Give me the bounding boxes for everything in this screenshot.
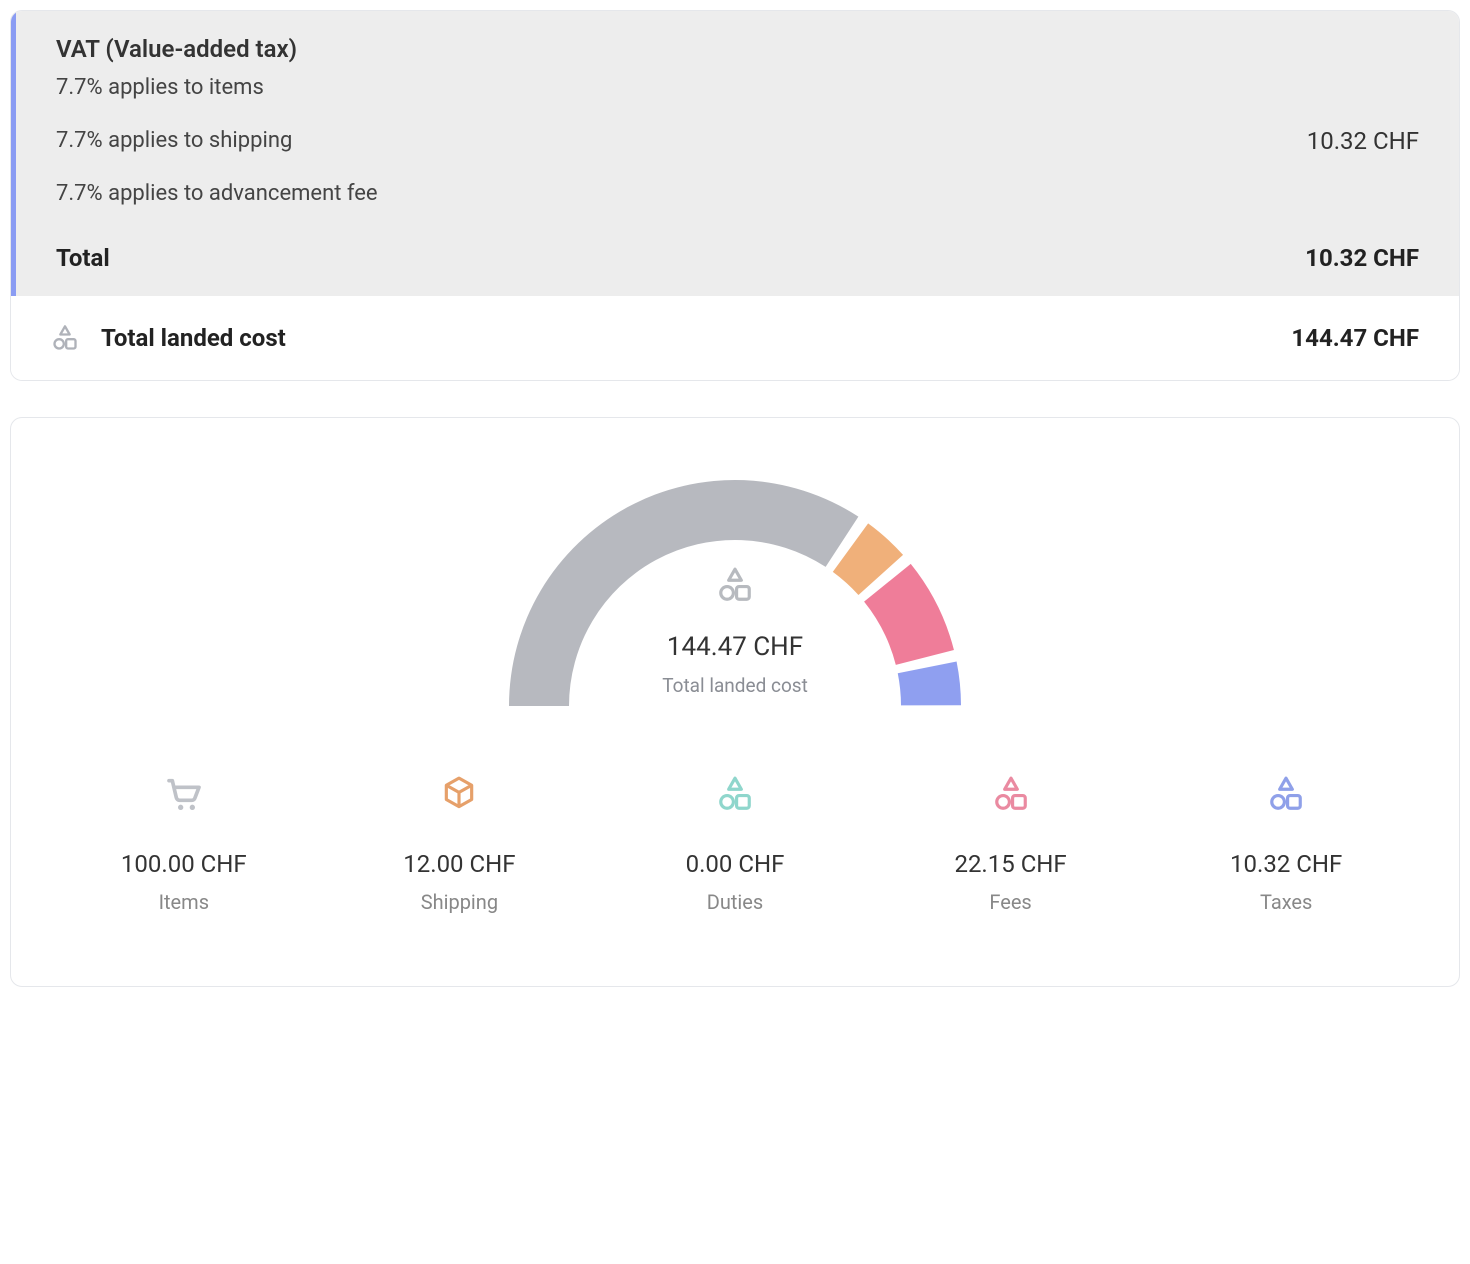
landed-cost-amount: 144.47 CHF xyxy=(1291,324,1419,352)
breakdown-duties: 0.00 CHF Duties xyxy=(602,774,868,914)
vat-total-row: Total 10.32 CHF xyxy=(16,238,1459,296)
breakdown-duties-value: 0.00 CHF xyxy=(686,850,785,878)
shapes-icon xyxy=(715,774,755,814)
vat-section: VAT (Value-added tax) 7.7% applies to it… xyxy=(11,11,1459,296)
gauge-chart: 144.47 CHF Total landed cost xyxy=(505,474,965,714)
cube-icon xyxy=(439,774,479,814)
landed-cost-label: Total landed cost xyxy=(101,324,286,352)
vat-card: VAT (Value-added tax) 7.7% applies to it… xyxy=(10,10,1460,381)
vat-lines: 7.7% applies to items 7.7% applies to sh… xyxy=(16,75,1459,238)
breakdown-items-value: 100.00 CHF xyxy=(121,850,247,878)
vat-amount: 10.32 CHF xyxy=(1307,127,1419,155)
gauge-center: 144.47 CHF Total landed cost xyxy=(505,566,965,697)
breakdown-row: 100.00 CHF Items 12.00 CHF Shipping 0.00… xyxy=(51,774,1419,914)
shapes-icon xyxy=(1266,774,1306,814)
vat-lines-left: 7.7% applies to items 7.7% applies to sh… xyxy=(56,75,378,206)
breakdown-shipping-value: 12.00 CHF xyxy=(403,850,515,878)
breakdown-taxes-label: Taxes xyxy=(1260,890,1312,914)
breakdown-taxes-value: 10.32 CHF xyxy=(1230,850,1342,878)
breakdown-shipping: 12.00 CHF Shipping xyxy=(327,774,593,914)
landed-cost-left: Total landed cost xyxy=(51,324,286,352)
breakdown-duties-label: Duties xyxy=(707,890,763,914)
cart-icon xyxy=(164,774,204,814)
cost-breakdown-card: 144.47 CHF Total landed cost 100.00 CHF … xyxy=(10,417,1460,987)
shapes-icon xyxy=(712,566,758,604)
breakdown-fees: 22.15 CHF Fees xyxy=(878,774,1144,914)
breakdown-items-label: Items xyxy=(159,890,209,914)
vat-total-label: Total xyxy=(56,244,110,272)
shapes-icon xyxy=(51,324,79,352)
vat-line-shipping: 7.7% applies to shipping xyxy=(56,128,378,153)
vat-line-items: 7.7% applies to items xyxy=(56,75,378,100)
breakdown-taxes: 10.32 CHF Taxes xyxy=(1153,774,1419,914)
vat-line-advancement: 7.7% applies to advancement fee xyxy=(56,181,378,206)
breakdown-shipping-label: Shipping xyxy=(421,890,498,914)
breakdown-fees-label: Fees xyxy=(989,890,1031,914)
gauge-center-label: Total landed cost xyxy=(662,674,808,697)
landed-cost-row: Total landed cost 144.47 CHF xyxy=(11,296,1459,380)
vat-title: VAT (Value-added tax) xyxy=(16,11,1459,75)
vat-total-amount: 10.32 CHF xyxy=(1305,244,1419,272)
shapes-icon xyxy=(991,774,1031,814)
gauge-center-value: 144.47 CHF xyxy=(667,632,803,662)
breakdown-fees-value: 22.15 CHF xyxy=(954,850,1066,878)
breakdown-items: 100.00 CHF Items xyxy=(51,774,317,914)
